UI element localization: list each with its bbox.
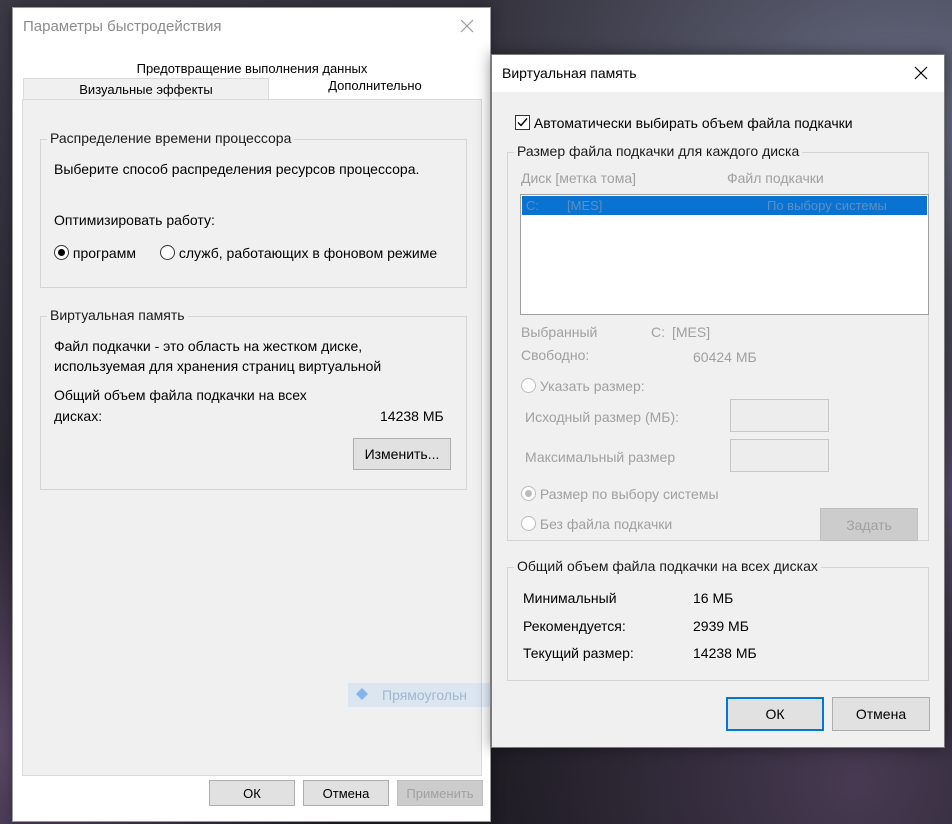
processor-scheduling-group: Распределение времени процессора Выберит…	[40, 130, 467, 288]
group-title: Распределение времени процессора	[47, 130, 295, 146]
column-header-paging-file: Файл подкачки	[727, 170, 824, 186]
list-item[interactable]: C: [MES] По выбору системы	[522, 196, 927, 215]
ok-button[interactable]: ОК	[209, 780, 295, 806]
vm-description-line1: Файл подкачки - это область на жестком д…	[54, 338, 363, 354]
auto-manage-checkbox[interactable]: Автоматически выбирать объем файла подка…	[515, 115, 853, 131]
paging-file-value: По выбору системы	[767, 198, 887, 213]
optimize-label: Оптимизировать работу:	[54, 212, 215, 228]
radio-no-paging-file-indicator[interactable]	[521, 516, 536, 531]
cancel-button[interactable]: Отмена	[303, 780, 389, 806]
virtual-memory-group: Виртуальная память Файл подкачки - это о…	[40, 307, 467, 490]
tab-advanced[interactable]: Дополнительно	[269, 78, 481, 100]
auto-manage-label: Автоматически выбирать объем файла подка…	[533, 115, 853, 131]
close-button[interactable]	[444, 8, 490, 44]
dialog-title: Виртуальная память	[502, 65, 637, 81]
selected-drive-label: Выбранный	[521, 324, 598, 340]
initial-size-label: Исходный размер (МБ):	[525, 409, 680, 425]
title-bar[interactable]: Виртуальная память	[492, 55, 944, 92]
apply-button[interactable]: Применить	[397, 780, 483, 806]
radio-custom-size-indicator[interactable]	[521, 378, 536, 393]
volume-label: [MES]	[567, 198, 603, 213]
recommended-label: Рекомендуется:	[523, 618, 626, 634]
radio-services-indicator[interactable]	[160, 245, 175, 260]
checkmark-icon	[517, 118, 528, 127]
radio-system-managed[interactable]: Размер по выбору системы	[521, 486, 719, 502]
advanced-tab-panel: Распределение времени процессора Выберит…	[22, 99, 482, 776]
close-icon	[914, 66, 928, 80]
change-button[interactable]: Изменить...	[353, 438, 451, 470]
group-title: Общий объем файла подкачки на всех диска…	[514, 558, 821, 574]
ghost-tooltip-text: Прямоугольн	[382, 687, 467, 703]
radio-custom-size-label: Указать размер:	[539, 378, 645, 394]
radio-system-managed-indicator[interactable]	[521, 486, 536, 501]
radio-services-label: служб, работающих в фоновом режиме	[178, 245, 438, 261]
selected-drive-letter: C:	[651, 324, 665, 340]
radio-background-services[interactable]: служб, работающих в фоновом режиме	[160, 245, 437, 261]
title-bar[interactable]: Параметры быстродействия	[13, 8, 490, 46]
vm-total-label-line1: Общий объем файла подкачки на всех	[54, 387, 307, 403]
radio-programs-label: программ	[72, 245, 136, 261]
checkbox-indicator[interactable]	[515, 115, 530, 130]
max-size-input[interactable]	[730, 439, 829, 472]
set-button[interactable]: Задать	[820, 508, 918, 541]
radio-system-managed-label: Размер по выбору системы	[539, 486, 719, 502]
vm-total-value: 14238 МБ	[380, 408, 444, 424]
tab-visual-effects[interactable]: Визуальные эффекты	[23, 78, 269, 100]
radio-no-paging-file-label: Без файла подкачки	[539, 516, 673, 532]
free-space-value: 60424 МБ	[693, 349, 757, 365]
tab-data-execution-prevention[interactable]: Предотвращение выполнения данных	[23, 59, 481, 79]
cpu-description: Выберите способ распределения ресурсов п…	[54, 161, 420, 177]
group-title: Размер файла подкачки для каждого диска	[514, 143, 803, 159]
radio-programs-indicator[interactable]	[54, 245, 69, 260]
minimum-label: Минимальный	[523, 590, 617, 606]
radio-custom-size[interactable]: Указать размер:	[521, 378, 645, 394]
tab-strip: Визуальные эффекты Дополнительно	[23, 78, 481, 100]
total-paging-size-group: Общий объем файла подкачки на всех диска…	[507, 558, 929, 681]
current-size-value: 14238 МБ	[693, 645, 757, 661]
radio-no-paging-file[interactable]: Без файла подкачки	[521, 516, 672, 532]
selected-drive-volume: [MES]	[672, 324, 711, 340]
recommended-value: 2939 МБ	[693, 618, 749, 634]
max-size-label: Максимальный размер	[525, 449, 676, 465]
vm-description-line2: используемая для хранения страниц виртуа…	[54, 358, 382, 374]
drive-list[interactable]: C: [MES] По выбору системы	[520, 194, 929, 315]
cancel-button[interactable]: Отмена	[832, 697, 930, 731]
close-icon	[460, 19, 474, 33]
diamond-icon	[356, 688, 368, 700]
drive-letter: C:	[526, 198, 539, 213]
virtual-memory-dialog: Виртуальная память Автоматически выбират…	[491, 54, 945, 748]
column-header-drive: Диск [метка тома]	[521, 170, 637, 186]
ok-button[interactable]: ОК	[726, 697, 824, 731]
paging-file-size-group: Размер файла подкачки для каждого диска …	[507, 143, 929, 541]
vm-total-label-line2: дисках:	[54, 408, 103, 424]
close-button[interactable]	[898, 55, 944, 91]
current-size-label: Текущий размер:	[523, 645, 634, 661]
window-title: Параметры быстродействия	[23, 18, 222, 35]
minimum-value: 16 МБ	[693, 590, 734, 606]
free-space-label: Свободно:	[521, 347, 590, 363]
group-title: Виртуальная память	[47, 307, 188, 323]
radio-programs[interactable]: программ	[54, 245, 136, 261]
initial-size-input[interactable]	[730, 399, 829, 432]
